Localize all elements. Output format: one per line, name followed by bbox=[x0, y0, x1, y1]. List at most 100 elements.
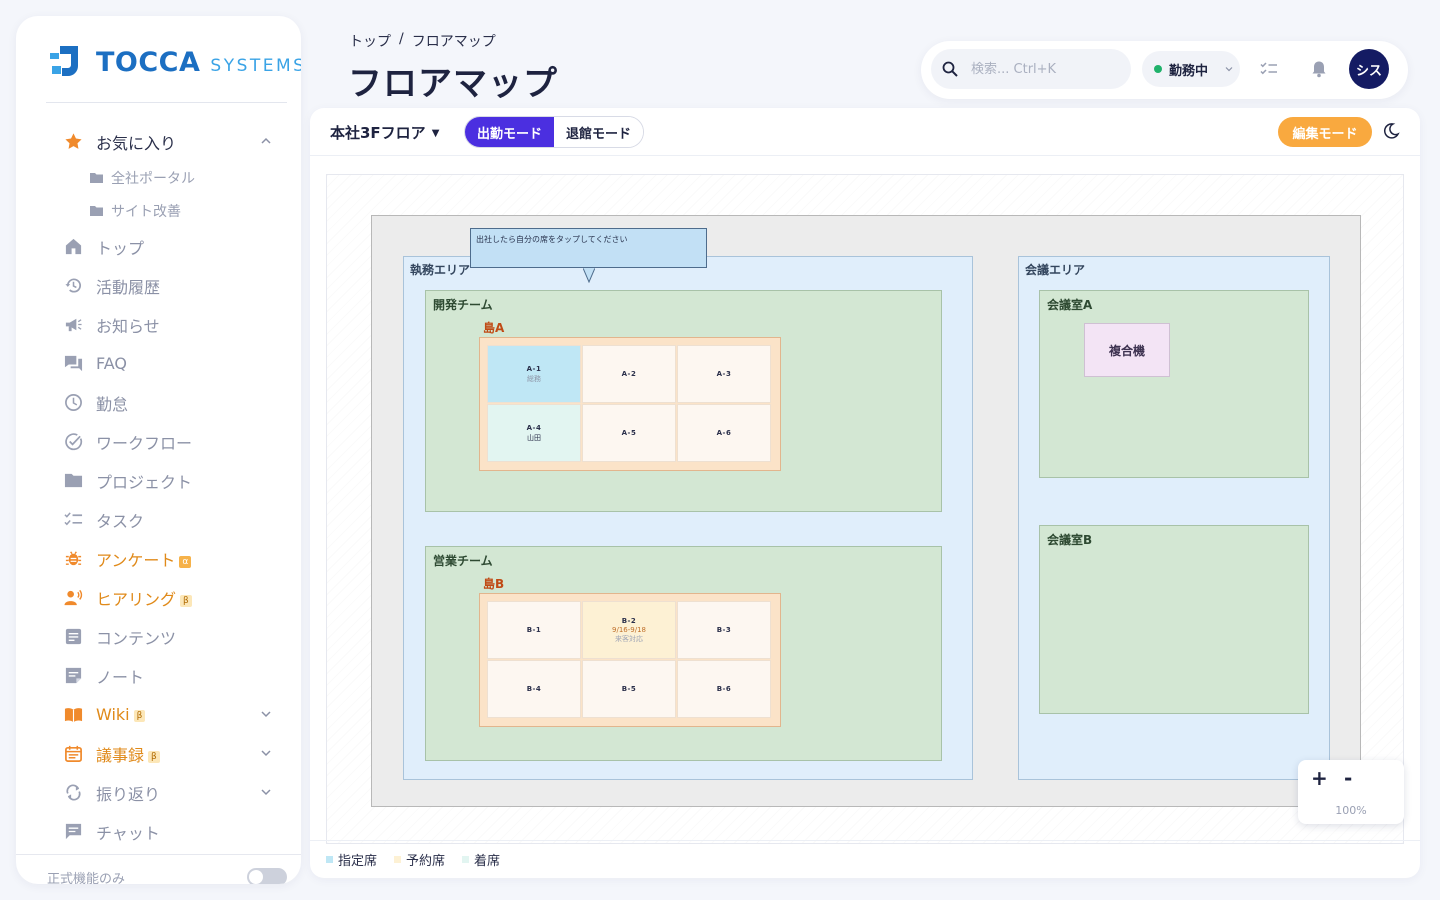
chevron-down-icon[interactable] bbox=[261, 748, 271, 758]
zoom-out-button[interactable]: - bbox=[1344, 766, 1352, 790]
sidebar-item-label: 議事録 β bbox=[96, 742, 160, 766]
reservation-dates: 9/16-9/18 bbox=[612, 625, 646, 634]
floor-select[interactable]: 本社3Fフロア ▼ bbox=[330, 122, 439, 143]
status-label: 勤務中 bbox=[1169, 64, 1209, 79]
sidebar-item-activity[interactable]: 活動履歴 bbox=[16, 266, 301, 305]
seat-a5[interactable]: A-5 bbox=[582, 404, 676, 462]
sidebar-item-label: 勤怠 bbox=[96, 394, 129, 414]
sidebar-item-retro[interactable]: 振り返り bbox=[16, 773, 301, 812]
meeting-room-a[interactable]: 会議室A 複合機 bbox=[1039, 290, 1309, 478]
sidebar-item-minutes[interactable]: 議事録 β bbox=[16, 734, 301, 773]
seat-b2[interactable]: B-2 9/16-9/18 来客対応 bbox=[582, 601, 676, 659]
team-label: 営業チーム bbox=[433, 554, 493, 568]
seat-b3[interactable]: B-3 bbox=[677, 601, 771, 659]
reservation-purpose: 来客対応 bbox=[615, 634, 643, 643]
seat-id: A-2 bbox=[621, 370, 637, 378]
logo-primary: TOCCA bbox=[96, 46, 201, 78]
sidebar-item-note[interactable]: ノート bbox=[16, 656, 301, 695]
sidebar-item-contents[interactable]: コンテンツ bbox=[16, 617, 301, 656]
attend-mode-button[interactable]: 出勤モード bbox=[465, 117, 555, 147]
sidebar-item-chat[interactable]: チャット bbox=[16, 812, 301, 851]
seat-b1[interactable]: B-1 bbox=[487, 601, 581, 659]
note-icon bbox=[65, 667, 82, 684]
sidebar-item-task[interactable]: タスク bbox=[16, 500, 301, 539]
top-bar: 勤務中 シス bbox=[921, 41, 1408, 99]
sidebar-item-label: Wiki β bbox=[96, 705, 146, 724]
breadcrumb-current: フロアマップ bbox=[411, 34, 496, 50]
sidebar-item-label: お知らせ bbox=[96, 316, 160, 336]
chevron-down-icon bbox=[1225, 67, 1233, 72]
seat-id: B-2 bbox=[621, 616, 637, 625]
sidebar: TOCCA SYSTEMS お気に入り 全社ポータル サイト改善 トップ 活動履… bbox=[16, 16, 301, 884]
seat-id: B-1 bbox=[526, 626, 542, 634]
search-icon bbox=[942, 61, 958, 77]
sidebar-subitem-label: 全社ポータル bbox=[111, 170, 195, 187]
seat-a2[interactable]: A-2 bbox=[582, 345, 676, 403]
sidebar-item-attendance[interactable]: 勤怠 bbox=[16, 383, 301, 422]
tocca-logo-icon bbox=[50, 46, 78, 76]
floor-select-label: 本社3Fフロア bbox=[330, 124, 426, 142]
map-canvas[interactable]: 執務エリア 開発チーム 島A A-1 総務 A-2 A-3 A-4 山田 A-5 A… bbox=[326, 174, 1404, 844]
sidebar-subitem-site-improve[interactable]: サイト改善 bbox=[16, 194, 301, 227]
sidebar-item-favorites[interactable]: お気に入り bbox=[16, 122, 301, 161]
seat-legend: 指定席 予約席 着席 bbox=[310, 840, 1420, 878]
sidebar-item-faq[interactable]: FAQ bbox=[16, 344, 301, 383]
work-status-dropdown[interactable]: 勤務中 bbox=[1142, 51, 1240, 87]
folder-icon bbox=[90, 173, 103, 183]
calendar-icon bbox=[65, 745, 82, 762]
zoom-in-button[interactable]: + bbox=[1311, 766, 1328, 790]
sidebar-item-wiki[interactable]: Wiki β bbox=[16, 695, 301, 734]
official-only-toggle[interactable] bbox=[247, 868, 287, 884]
caret-down-icon: ▼ bbox=[431, 128, 440, 139]
multifunction-printer[interactable]: 複合機 bbox=[1084, 323, 1170, 377]
moon-icon[interactable] bbox=[1382, 122, 1400, 140]
breadcrumb-top[interactable]: トップ bbox=[349, 31, 391, 51]
tooltip-text: 出社したら自分の席をタップしてください bbox=[476, 235, 628, 244]
sidebar-item-project[interactable]: プロジェクト bbox=[16, 461, 301, 500]
chevron-up-icon[interactable] bbox=[261, 136, 271, 146]
chevron-down-icon[interactable] bbox=[261, 709, 271, 719]
meeting-room-b[interactable]: 会議室B bbox=[1039, 525, 1309, 714]
area-exec[interactable]: 執務エリア 開発チーム 島A A-1 総務 A-2 A-3 A-4 山田 A-5 A… bbox=[403, 256, 973, 780]
seat-a3[interactable]: A-3 bbox=[677, 345, 771, 403]
bell-icon[interactable] bbox=[1310, 60, 1328, 78]
megaphone-icon bbox=[65, 318, 82, 332]
sidebar-item-survey[interactable]: アンケート α bbox=[16, 539, 301, 578]
team-dev[interactable]: 開発チーム 島A A-1 総務 A-2 A-3 A-4 山田 A-5 A-6 bbox=[425, 290, 942, 512]
avatar[interactable]: シス bbox=[1349, 49, 1389, 89]
checklist-icon[interactable] bbox=[1260, 60, 1278, 78]
room-label: 会議室B bbox=[1047, 533, 1093, 547]
bug-icon bbox=[65, 551, 82, 566]
seat-id: A-6 bbox=[716, 429, 732, 437]
seat-a4[interactable]: A-4 山田 bbox=[487, 404, 581, 462]
seat-a6[interactable]: A-6 bbox=[677, 404, 771, 462]
forum-icon bbox=[64, 355, 83, 372]
area-meeting[interactable]: 会議エリア 会議室A 複合機 会議室B bbox=[1018, 256, 1330, 780]
search-box[interactable] bbox=[931, 49, 1131, 89]
seat-a1[interactable]: A-1 総務 bbox=[487, 345, 581, 403]
official-only-label: 正式機能のみ bbox=[47, 872, 126, 884]
sidebar-item-workflow[interactable]: ワークフロー bbox=[16, 422, 301, 461]
sidebar-nav: お気に入り 全社ポータル サイト改善 トップ 活動履歴 お知らせ FAQ 勤怠 … bbox=[16, 122, 301, 851]
seat-b5[interactable]: B-5 bbox=[582, 660, 676, 718]
seat-b4[interactable]: B-4 bbox=[487, 660, 581, 718]
seat-b6[interactable]: B-6 bbox=[677, 660, 771, 718]
star-icon bbox=[65, 133, 82, 149]
sidebar-item-top[interactable]: トップ bbox=[16, 227, 301, 266]
edit-mode-button[interactable]: 編集モード bbox=[1278, 117, 1372, 147]
sidebar-item-news[interactable]: お知らせ bbox=[16, 305, 301, 344]
sidebar-divider bbox=[46, 102, 287, 103]
chat-icon bbox=[65, 823, 82, 840]
chevron-down-icon[interactable] bbox=[261, 787, 271, 797]
logo[interactable]: TOCCA SYSTEMS bbox=[48, 44, 301, 80]
sidebar-item-label: FAQ bbox=[96, 354, 127, 373]
leave-mode-button[interactable]: 退館モード bbox=[554, 117, 644, 147]
floor-map-panel: 本社3Fフロア ▼ 出勤モード 退館モード 編集モード 執務エリア 開発チーム 島… bbox=[310, 108, 1420, 878]
sync-icon bbox=[66, 784, 81, 801]
hint-tooltip: 出社したら自分の席をタップしてください bbox=[470, 228, 707, 283]
sidebar-item-hearing[interactable]: ヒアリング β bbox=[16, 578, 301, 617]
team-sales[interactable]: 営業チーム 島B B-1 B-2 9/16-9/18 来客対応 B-3 B-4 B-… bbox=[425, 546, 942, 761]
sidebar-subitem-portal[interactable]: 全社ポータル bbox=[16, 161, 301, 194]
status-dot bbox=[1154, 65, 1162, 73]
search-input[interactable] bbox=[971, 59, 1121, 79]
